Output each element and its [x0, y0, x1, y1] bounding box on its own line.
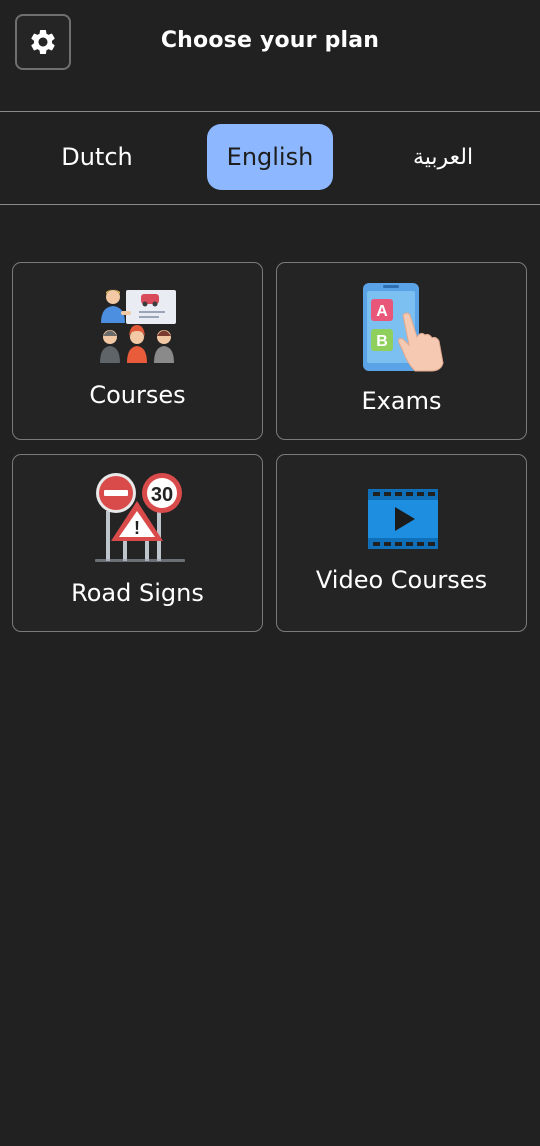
phone-quiz-icon: A B — [363, 283, 444, 372]
video-courses-label: Video Courses — [315, 566, 488, 594]
svg-text:B: B — [376, 333, 388, 350]
language-tabs: Dutch English العربية — [0, 112, 540, 204]
tabs-divider — [0, 204, 540, 205]
video-courses-card[interactable]: Video Courses — [276, 454, 527, 632]
exams-card[interactable]: A B Exams — [276, 262, 527, 440]
app-header: Choose your plan — [0, 0, 540, 111]
page-title: Choose your plan — [160, 28, 380, 53]
svg-text:A: A — [376, 303, 388, 320]
tab-english[interactable]: English — [207, 124, 333, 190]
tab-dutch[interactable]: Dutch — [22, 124, 172, 190]
classroom-icon — [100, 289, 176, 363]
courses-label: Courses — [89, 381, 186, 409]
warning-mark: ! — [134, 518, 140, 538]
road-signs-card[interactable]: 30 ! Road Signs — [12, 454, 263, 632]
sign-number: 30 — [151, 484, 173, 506]
road-signs-label: Road Signs — [71, 579, 204, 607]
exams-label: Exams — [361, 387, 442, 415]
road-signs-icon: 30 ! — [95, 473, 185, 562]
tab-arabic[interactable]: العربية — [368, 124, 518, 190]
video-play-icon — [368, 489, 438, 549]
courses-card[interactable]: Courses — [12, 262, 263, 440]
